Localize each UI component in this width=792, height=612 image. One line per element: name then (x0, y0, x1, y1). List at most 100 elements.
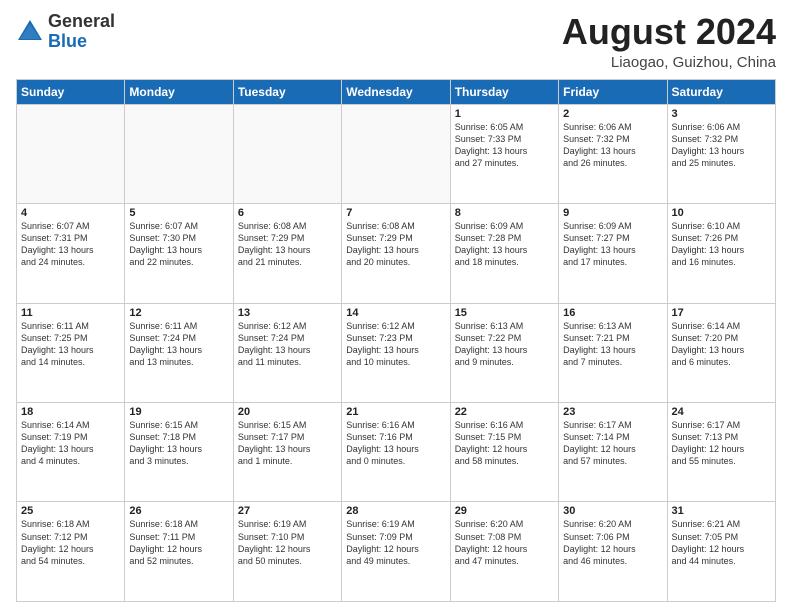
weekday-header-wednesday: Wednesday (342, 79, 450, 104)
logo-general-text: General (48, 11, 115, 31)
day-info: Sunrise: 6:15 AM Sunset: 7:17 PM Dayligh… (238, 419, 337, 468)
day-number: 3 (672, 108, 771, 120)
month-title: August 2024 (562, 12, 776, 52)
day-number: 20 (238, 406, 337, 418)
day-number: 19 (129, 406, 228, 418)
calendar-cell: 2Sunrise: 6:06 AM Sunset: 7:32 PM Daylig… (559, 104, 667, 203)
calendar-cell: 24Sunrise: 6:17 AM Sunset: 7:13 PM Dayli… (667, 403, 775, 502)
day-number: 4 (21, 207, 120, 219)
day-info: Sunrise: 6:06 AM Sunset: 7:32 PM Dayligh… (672, 121, 771, 170)
calendar-cell: 23Sunrise: 6:17 AM Sunset: 7:14 PM Dayli… (559, 403, 667, 502)
calendar-cell: 12Sunrise: 6:11 AM Sunset: 7:24 PM Dayli… (125, 303, 233, 402)
day-number: 10 (672, 207, 771, 219)
calendar-cell: 7Sunrise: 6:08 AM Sunset: 7:29 PM Daylig… (342, 204, 450, 303)
day-number: 2 (563, 108, 662, 120)
day-info: Sunrise: 6:14 AM Sunset: 7:19 PM Dayligh… (21, 419, 120, 468)
calendar-cell: 17Sunrise: 6:14 AM Sunset: 7:20 PM Dayli… (667, 303, 775, 402)
day-info: Sunrise: 6:08 AM Sunset: 7:29 PM Dayligh… (346, 220, 445, 269)
day-info: Sunrise: 6:15 AM Sunset: 7:18 PM Dayligh… (129, 419, 228, 468)
week-row-0: 1Sunrise: 6:05 AM Sunset: 7:33 PM Daylig… (17, 104, 776, 203)
day-number: 11 (21, 307, 120, 319)
calendar-cell: 28Sunrise: 6:19 AM Sunset: 7:09 PM Dayli… (342, 502, 450, 602)
calendar-cell: 31Sunrise: 6:21 AM Sunset: 7:05 PM Dayli… (667, 502, 775, 602)
day-info: Sunrise: 6:18 AM Sunset: 7:11 PM Dayligh… (129, 518, 228, 567)
day-number: 7 (346, 207, 445, 219)
day-number: 16 (563, 307, 662, 319)
calendar-cell (17, 104, 125, 203)
day-info: Sunrise: 6:11 AM Sunset: 7:25 PM Dayligh… (21, 320, 120, 369)
day-number: 21 (346, 406, 445, 418)
day-number: 5 (129, 207, 228, 219)
calendar-cell: 6Sunrise: 6:08 AM Sunset: 7:29 PM Daylig… (233, 204, 341, 303)
day-info: Sunrise: 6:16 AM Sunset: 7:15 PM Dayligh… (455, 419, 554, 468)
day-info: Sunrise: 6:13 AM Sunset: 7:22 PM Dayligh… (455, 320, 554, 369)
calendar-cell (342, 104, 450, 203)
calendar-cell: 8Sunrise: 6:09 AM Sunset: 7:28 PM Daylig… (450, 204, 558, 303)
day-number: 12 (129, 307, 228, 319)
day-number: 15 (455, 307, 554, 319)
day-number: 29 (455, 505, 554, 517)
day-info: Sunrise: 6:19 AM Sunset: 7:10 PM Dayligh… (238, 518, 337, 567)
weekday-header-tuesday: Tuesday (233, 79, 341, 104)
calendar-cell: 29Sunrise: 6:20 AM Sunset: 7:08 PM Dayli… (450, 502, 558, 602)
calendar-cell: 19Sunrise: 6:15 AM Sunset: 7:18 PM Dayli… (125, 403, 233, 502)
calendar-cell: 22Sunrise: 6:16 AM Sunset: 7:15 PM Dayli… (450, 403, 558, 502)
calendar-cell: 18Sunrise: 6:14 AM Sunset: 7:19 PM Dayli… (17, 403, 125, 502)
day-info: Sunrise: 6:12 AM Sunset: 7:24 PM Dayligh… (238, 320, 337, 369)
calendar-cell: 16Sunrise: 6:13 AM Sunset: 7:21 PM Dayli… (559, 303, 667, 402)
calendar-cell: 21Sunrise: 6:16 AM Sunset: 7:16 PM Dayli… (342, 403, 450, 502)
day-number: 9 (563, 207, 662, 219)
weekday-header-row: SundayMondayTuesdayWednesdayThursdayFrid… (17, 79, 776, 104)
day-number: 6 (238, 207, 337, 219)
calendar-cell: 11Sunrise: 6:11 AM Sunset: 7:25 PM Dayli… (17, 303, 125, 402)
header: General Blue August 2024 Liaogao, Guizho… (16, 12, 776, 71)
calendar-cell: 13Sunrise: 6:12 AM Sunset: 7:24 PM Dayli… (233, 303, 341, 402)
day-number: 28 (346, 505, 445, 517)
day-info: Sunrise: 6:16 AM Sunset: 7:16 PM Dayligh… (346, 419, 445, 468)
weekday-header-friday: Friday (559, 79, 667, 104)
calendar-cell: 10Sunrise: 6:10 AM Sunset: 7:26 PM Dayli… (667, 204, 775, 303)
day-number: 23 (563, 406, 662, 418)
day-info: Sunrise: 6:20 AM Sunset: 7:06 PM Dayligh… (563, 518, 662, 567)
day-info: Sunrise: 6:13 AM Sunset: 7:21 PM Dayligh… (563, 320, 662, 369)
calendar-cell: 4Sunrise: 6:07 AM Sunset: 7:31 PM Daylig… (17, 204, 125, 303)
day-info: Sunrise: 6:05 AM Sunset: 7:33 PM Dayligh… (455, 121, 554, 170)
week-row-3: 18Sunrise: 6:14 AM Sunset: 7:19 PM Dayli… (17, 403, 776, 502)
day-number: 26 (129, 505, 228, 517)
calendar-cell: 30Sunrise: 6:20 AM Sunset: 7:06 PM Dayli… (559, 502, 667, 602)
day-info: Sunrise: 6:09 AM Sunset: 7:27 PM Dayligh… (563, 220, 662, 269)
logo-icon (16, 18, 44, 46)
day-number: 14 (346, 307, 445, 319)
day-info: Sunrise: 6:14 AM Sunset: 7:20 PM Dayligh… (672, 320, 771, 369)
day-number: 13 (238, 307, 337, 319)
day-info: Sunrise: 6:21 AM Sunset: 7:05 PM Dayligh… (672, 518, 771, 567)
week-row-1: 4Sunrise: 6:07 AM Sunset: 7:31 PM Daylig… (17, 204, 776, 303)
week-row-4: 25Sunrise: 6:18 AM Sunset: 7:12 PM Dayli… (17, 502, 776, 602)
calendar-cell: 25Sunrise: 6:18 AM Sunset: 7:12 PM Dayli… (17, 502, 125, 602)
calendar-cell: 15Sunrise: 6:13 AM Sunset: 7:22 PM Dayli… (450, 303, 558, 402)
day-info: Sunrise: 6:08 AM Sunset: 7:29 PM Dayligh… (238, 220, 337, 269)
calendar-cell (233, 104, 341, 203)
day-number: 22 (455, 406, 554, 418)
calendar-cell: 5Sunrise: 6:07 AM Sunset: 7:30 PM Daylig… (125, 204, 233, 303)
day-number: 30 (563, 505, 662, 517)
week-row-2: 11Sunrise: 6:11 AM Sunset: 7:25 PM Dayli… (17, 303, 776, 402)
day-info: Sunrise: 6:07 AM Sunset: 7:30 PM Dayligh… (129, 220, 228, 269)
day-number: 27 (238, 505, 337, 517)
calendar-cell: 9Sunrise: 6:09 AM Sunset: 7:27 PM Daylig… (559, 204, 667, 303)
weekday-header-saturday: Saturday (667, 79, 775, 104)
weekday-header-thursday: Thursday (450, 79, 558, 104)
calendar-cell: 1Sunrise: 6:05 AM Sunset: 7:33 PM Daylig… (450, 104, 558, 203)
logo: General Blue (16, 12, 115, 52)
calendar-cell: 3Sunrise: 6:06 AM Sunset: 7:32 PM Daylig… (667, 104, 775, 203)
page: General Blue August 2024 Liaogao, Guizho… (0, 0, 792, 612)
day-info: Sunrise: 6:19 AM Sunset: 7:09 PM Dayligh… (346, 518, 445, 567)
day-number: 1 (455, 108, 554, 120)
day-info: Sunrise: 6:17 AM Sunset: 7:14 PM Dayligh… (563, 419, 662, 468)
calendar-table: SundayMondayTuesdayWednesdayThursdayFrid… (16, 79, 776, 602)
day-info: Sunrise: 6:12 AM Sunset: 7:23 PM Dayligh… (346, 320, 445, 369)
day-number: 25 (21, 505, 120, 517)
calendar-cell (125, 104, 233, 203)
calendar-cell: 20Sunrise: 6:15 AM Sunset: 7:17 PM Dayli… (233, 403, 341, 502)
logo-blue-text: Blue (48, 31, 87, 51)
